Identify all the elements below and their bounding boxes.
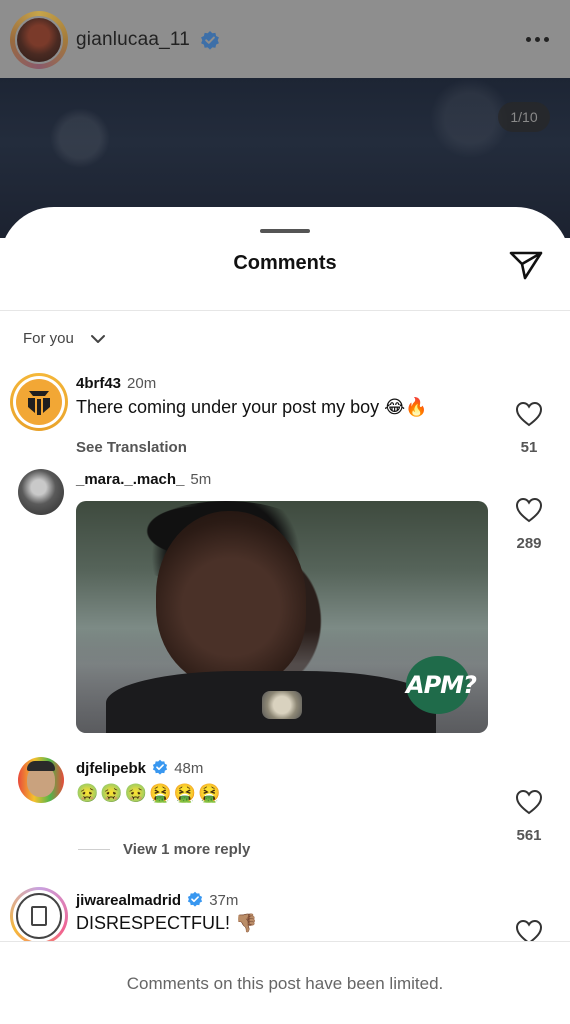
like-count[interactable]: 561 — [500, 827, 558, 844]
post-author-username[interactable]: gianlucaa_11 — [76, 29, 220, 51]
divider — [0, 310, 570, 311]
verified-badge-icon — [200, 30, 219, 50]
post-header: gianlucaa_11 — [0, 0, 570, 78]
comment-time: 37m — [209, 892, 239, 909]
sheet-grabber[interactable] — [260, 229, 310, 233]
more-dots-icon[interactable] — [522, 24, 554, 54]
heart-icon[interactable] — [515, 401, 543, 427]
commenter-avatar[interactable] — [18, 469, 64, 515]
comment-time: 48m — [174, 760, 204, 777]
post-author-name[interactable]: gianlucaa_11 — [76, 29, 190, 50]
comment-text: 🤢🤢🤢🤮🤮🤮 — [76, 783, 222, 804]
comment-emoji: 🤢🤢🤢🤮🤮🤮 — [76, 783, 223, 804]
comment-gif[interactable]: APM? — [76, 501, 488, 733]
heart-icon[interactable] — [515, 497, 543, 523]
comment-text: There coming under your post my boy 😂🔥 — [76, 397, 428, 418]
like-count[interactable]: 51 — [500, 439, 558, 456]
sort-dropdown[interactable]: For you — [23, 330, 74, 347]
team-logo-icon — [28, 391, 50, 415]
comment-username-text[interactable]: _mara._.mach_ — [76, 471, 184, 488]
view-more-replies[interactable]: View 1 more reply — [123, 841, 250, 858]
comment-body: There coming under your post my boy — [76, 397, 380, 417]
commenter-avatar[interactable] — [18, 757, 64, 803]
comment-username[interactable]: djfelipebk 48m — [76, 759, 203, 777]
chevron-down-icon[interactable] — [90, 333, 106, 345]
commenter-avatar[interactable] — [10, 373, 68, 431]
comment-username-text[interactable]: 4brf43 — [76, 375, 121, 392]
carousel-page-counter: 1/10 — [498, 102, 550, 132]
comment-time: 20m — [127, 375, 157, 392]
sheet-title: Comments — [233, 252, 337, 274]
comment-emoji: 😂🔥 — [384, 397, 428, 418]
comment-username[interactable]: _mara._.mach_ 5m — [76, 471, 211, 488]
comment-time: 5m — [190, 471, 212, 488]
comment-username[interactable]: 4brf43 20m — [76, 375, 156, 392]
comment-text: DISRESPECTFUL! 👎🏽 — [76, 913, 257, 934]
comments-limited-notice: Comments on this post have been limited. — [126, 974, 444, 993]
comments-sheet: Comments For you 4brf43 20m There coming … — [0, 207, 570, 1024]
watch — [262, 691, 302, 719]
commenter-avatar[interactable] — [10, 887, 68, 945]
share-icon[interactable] — [508, 247, 544, 283]
comment-body: DISRESPECTFUL! — [76, 913, 231, 933]
gif-badge: APM? — [406, 656, 477, 714]
post-author-avatar[interactable] — [15, 16, 63, 64]
verified-badge-icon — [188, 891, 203, 907]
see-translation-link[interactable]: See Translation — [76, 439, 187, 456]
reply-thread-line — [78, 849, 110, 850]
comment-username[interactable]: jiwarealmadrid 37m — [76, 891, 238, 909]
comment-emoji: 👎🏽 — [235, 913, 258, 934]
like-count[interactable]: 289 — [500, 535, 558, 552]
verified-badge-icon — [153, 759, 168, 775]
comments-limited-bar: Comments on this post have been limited. — [0, 941, 570, 1024]
heart-icon[interactable] — [515, 789, 543, 815]
comment-username-text[interactable]: jiwarealmadrid — [76, 892, 181, 909]
comment-username-text[interactable]: djfelipebk — [76, 760, 146, 777]
